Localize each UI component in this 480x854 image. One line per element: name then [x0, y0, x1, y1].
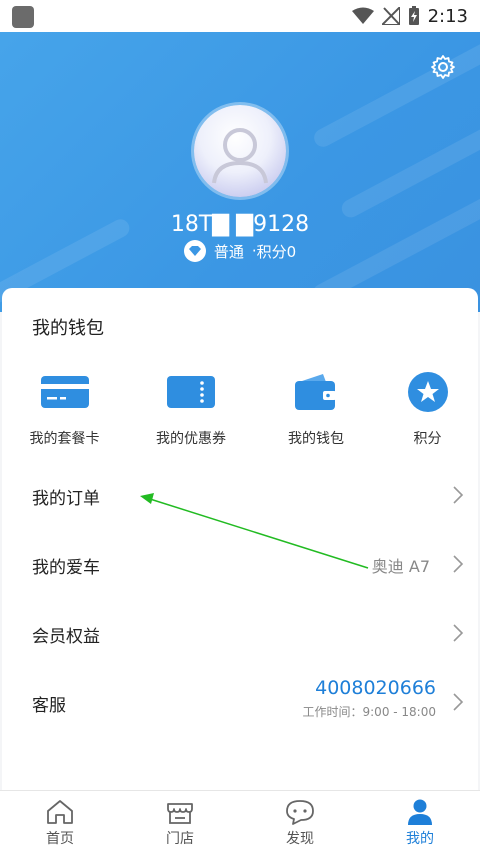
wifi-icon [351, 7, 374, 24]
chat-bubble-icon [286, 800, 314, 825]
coupon-icon [167, 376, 215, 408]
my-car-row[interactable]: 我的爱车 奥迪 A7 [2, 531, 478, 599]
tab-label: 发现 [286, 831, 314, 847]
status-time: 2:13 [427, 5, 468, 27]
tab-mine[interactable]: 我的 [360, 791, 480, 854]
user-placeholder-icon [212, 128, 268, 184]
home-icon [47, 800, 73, 824]
settings-gear-icon[interactable] [430, 54, 456, 80]
app-notification-icon [12, 6, 34, 28]
bottom-tab-bar: 首页 门店 发现 我的 [0, 790, 480, 854]
chevron-right-icon [453, 555, 464, 573]
avatar[interactable] [194, 105, 286, 197]
status-bar: 2:13 [0, 0, 480, 32]
service-phone-number[interactable]: 4008020666 [315, 677, 436, 699]
chevron-right-icon [453, 693, 464, 711]
no-signal-icon [381, 7, 400, 25]
diamond-icon [183, 240, 206, 262]
main-card: 我的钱包 我的套餐卡 我的优惠券 我的钱包 积分 我的订单 我的爱车 奥迪 A7… [2, 288, 478, 793]
points-text: 积分0 [256, 242, 297, 261]
member-benefits-label: 会员权益 [32, 627, 100, 647]
my-orders-label: 我的订单 [32, 489, 100, 509]
member-level[interactable]: 普通 · 积分0 [0, 240, 480, 262]
car-model-value: 奥迪 A7 [371, 557, 430, 576]
tab-store[interactable]: 门店 [120, 791, 240, 854]
wallet-item-label: 我的套餐卡 [29, 431, 100, 447]
wallet-item-coupons[interactable]: 我的优惠券 [127, 370, 255, 448]
profile-header: 18T▇ ▇9128 普通 · 积分0 [0, 32, 480, 312]
chevron-right-icon [453, 486, 464, 504]
my-orders-row[interactable]: 我的订单 [2, 462, 478, 530]
wallet-item-label: 我的优惠券 [156, 431, 226, 447]
wallet-item-label: 我的钱包 [288, 431, 344, 447]
customer-service-label: 客服 [32, 696, 66, 716]
customer-service-row[interactable]: 客服 4008020666 工作时间：9:00 - 18:00 [2, 669, 478, 737]
person-icon [408, 799, 432, 825]
chevron-right-icon [453, 624, 464, 642]
member-benefits-row[interactable]: 会员权益 [2, 600, 478, 668]
wallet-icon [295, 374, 336, 410]
wallet-item-package-card[interactable]: 我的套餐卡 [2, 370, 127, 448]
my-car-label: 我的爱车 [32, 558, 100, 578]
service-hours: 工作时间：9:00 - 18:00 [302, 705, 437, 719]
level-name: 普通 [213, 242, 244, 261]
wallet-item-label: 积分 [413, 431, 442, 447]
store-icon [167, 803, 193, 824]
wallet-item-points[interactable]: 积分 [377, 370, 478, 448]
user-phone: 18T▇ ▇9128 [170, 212, 310, 237]
wallet-section-title: 我的钱包 [32, 318, 104, 339]
tab-label: 我的 [406, 831, 434, 847]
wallet-item-wallet[interactable]: 我的钱包 [255, 370, 377, 448]
star-icon [407, 372, 448, 412]
tab-label: 门店 [166, 831, 194, 847]
wallet-shortcuts: 我的套餐卡 我的优惠券 我的钱包 积分 [2, 370, 478, 448]
tab-home[interactable]: 首页 [0, 791, 120, 854]
card-icon [40, 376, 89, 408]
tab-label: 首页 [46, 831, 74, 847]
battery-icon [408, 6, 419, 25]
tab-discover[interactable]: 发现 [240, 791, 360, 854]
